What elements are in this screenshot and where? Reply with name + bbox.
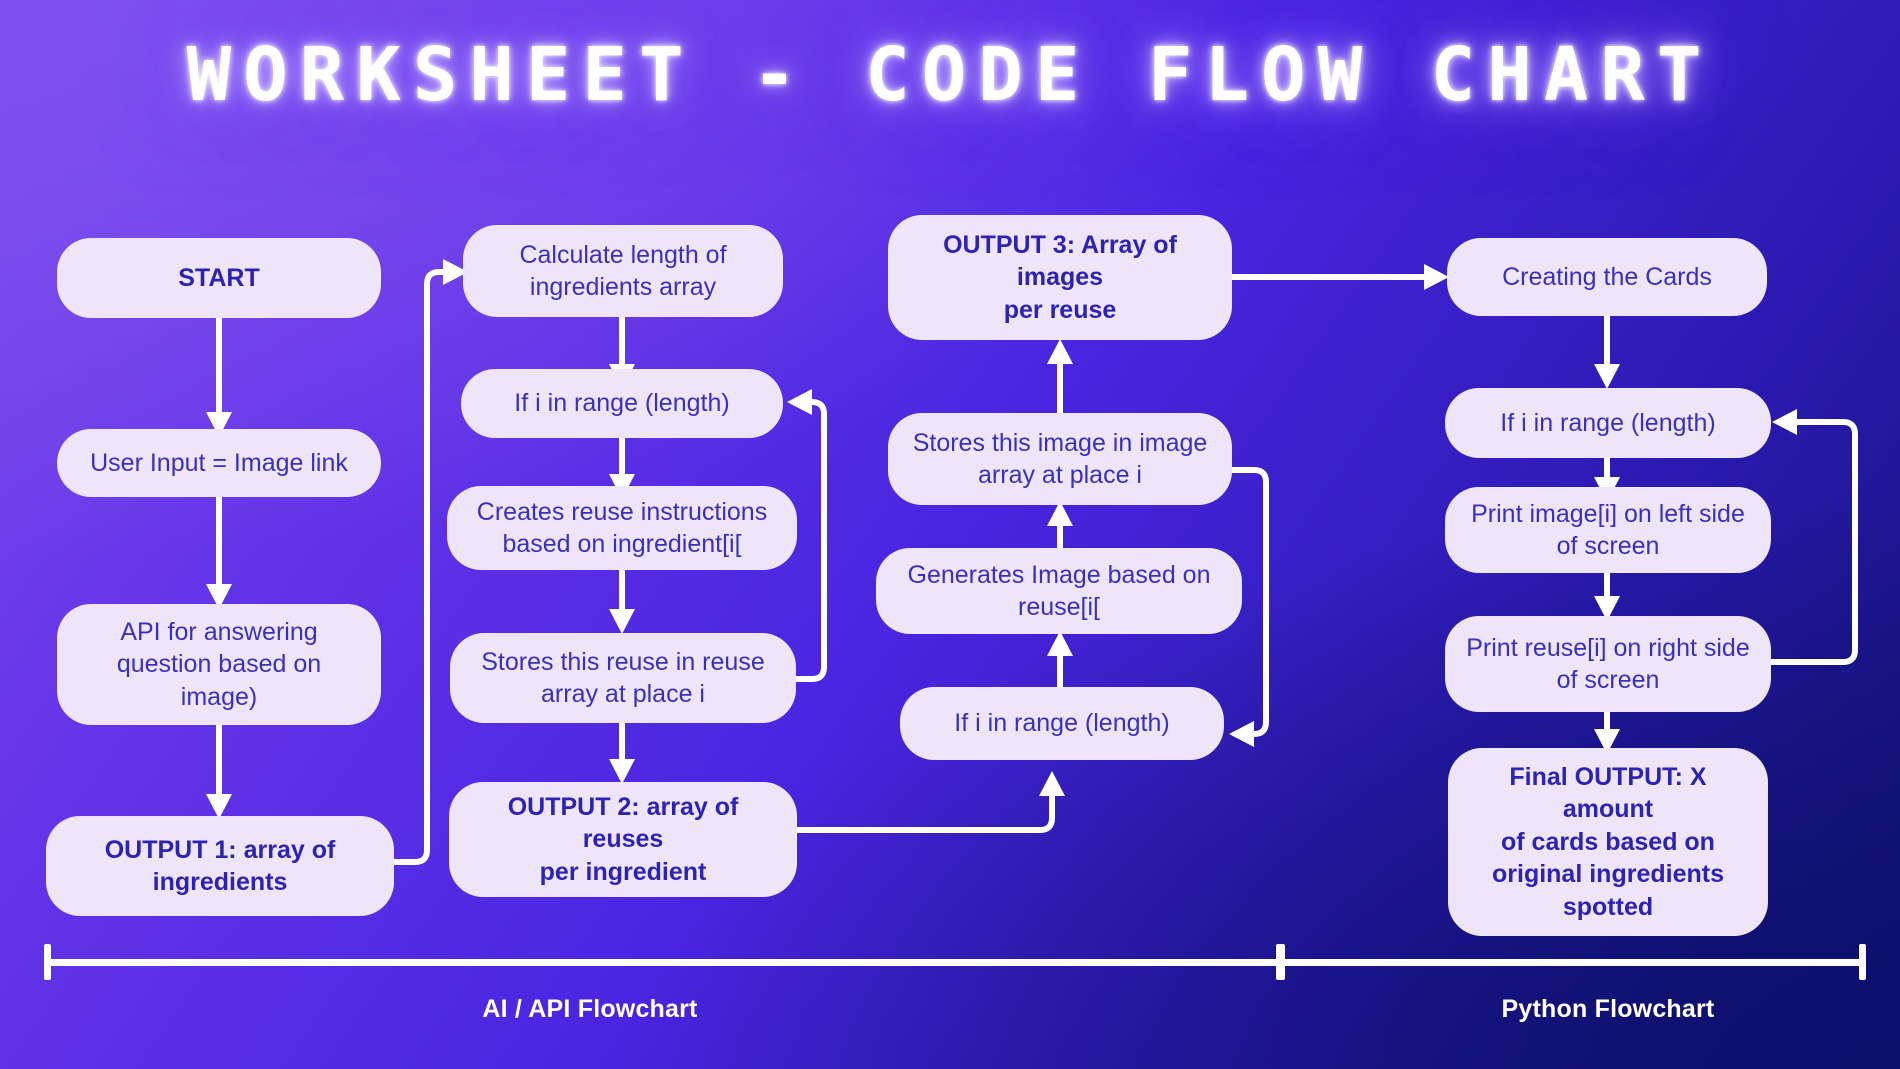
node-if-range-python[interactable]: If i in range (length) [1445, 388, 1771, 458]
bracket-tick-right [1859, 944, 1866, 980]
arrowhead-output3 [1047, 339, 1073, 364]
node-output-1-label: OUTPUT 1: array of ingredients [104, 835, 336, 897]
arrowhead-storesreuse [609, 609, 635, 634]
node-if-range-image[interactable]: If i in range (length) [900, 687, 1224, 760]
node-print-reuse-label: Print reuse[i] on right side of screen [1466, 633, 1750, 695]
node-generates-image[interactable]: Generates Image based on reuse[i[ [876, 548, 1242, 634]
node-print-image[interactable]: Print image[i] on left side of screen [1445, 487, 1771, 573]
node-creating-cards-label: Creating the Cards [1502, 262, 1712, 291]
arrowhead-creatingcards [1424, 264, 1449, 290]
node-stores-reuse[interactable]: Stores this reuse in reuse array at plac… [450, 633, 796, 723]
section-label-python: Python Flowchart [1448, 995, 1768, 1024]
section-label-ai-api-text: AI / API Flowchart [482, 995, 698, 1023]
bracket-tick-middle [1276, 944, 1285, 980]
node-print-reuse[interactable]: Print reuse[i] on right side of screen [1445, 616, 1771, 712]
node-creates-reuse[interactable]: Creates reuse instructions based on ingr… [447, 486, 797, 570]
bracket-axis [44, 959, 1866, 966]
node-print-image-label: Print image[i] on left side of screen [1471, 499, 1745, 561]
section-label-ai-api: AI / API Flowchart [430, 995, 750, 1024]
wire-loop-col4 [1769, 419, 1858, 665]
arrowhead-ifrange3-from-output2 [1039, 771, 1065, 796]
node-final-output-label: Final OUTPUT: X amount of cards based on… [1492, 762, 1724, 921]
node-generates-image-label: Generates Image based on reuse[i[ [907, 560, 1211, 622]
node-output-1[interactable]: OUTPUT 1: array of ingredients [46, 816, 394, 916]
node-stores-reuse-label: Stores this reuse in reuse array at plac… [481, 647, 765, 709]
node-creating-cards[interactable]: Creating the Cards [1447, 238, 1767, 316]
page-title: WORKSHEET - CODE FLOW CHART [186, 32, 1714, 118]
node-user-input-label: User Input = Image link [90, 448, 348, 477]
node-start[interactable]: START [57, 238, 381, 318]
arrowhead-ifrange4 [1594, 364, 1620, 389]
node-creates-reuse-label: Creates reuse instructions based on ingr… [476, 497, 768, 559]
flowchart-canvas: WORKSHEET - CODE FLOW CHART START User I… [0, 0, 1900, 1069]
node-if-range-image-label: If i in range (length) [954, 709, 1170, 738]
node-stores-image-label: Stores this image in image array at plac… [912, 428, 1208, 490]
arrowhead-loop-col2 [787, 389, 812, 415]
node-calculate-length-label: Calculate length of ingredients array [519, 240, 727, 302]
section-label-python-text: Python Flowchart [1501, 995, 1715, 1023]
node-api[interactable]: API for answering question based on imag… [57, 604, 381, 725]
node-api-label: API for answering question based on imag… [116, 617, 322, 711]
node-output-3-label: OUTPUT 3: Array of images per reuse [943, 230, 1177, 324]
node-final-output[interactable]: Final OUTPUT: X amount of cards based on… [1448, 748, 1768, 936]
node-output-3[interactable]: OUTPUT 3: Array of images per reuse [888, 215, 1232, 340]
wire-loop-col2 [796, 399, 827, 682]
node-output-2-label: OUTPUT 2: array of reuses per ingredient [507, 792, 739, 886]
node-if-range-reuse[interactable]: If i in range (length) [461, 369, 783, 438]
node-stores-image[interactable]: Stores this image in image array at plac… [888, 413, 1232, 505]
wire-output1-to-calclength [394, 269, 449, 865]
node-output-2[interactable]: OUTPUT 2: array of reuses per ingredient [449, 782, 797, 897]
node-calculate-length[interactable]: Calculate length of ingredients array [463, 225, 783, 317]
node-if-range-reuse-label: If i in range (length) [514, 389, 730, 418]
arrowhead-loop-col4 [1772, 409, 1797, 435]
bracket-tick-left [44, 944, 51, 980]
arrowhead-loop-col3 [1229, 721, 1254, 747]
node-if-range-python-label: If i in range (length) [1500, 408, 1716, 437]
arrowhead-generates [1047, 631, 1073, 656]
node-user-input[interactable]: User Input = Image link [57, 429, 381, 497]
wire-output2-to-ifrange3 [796, 790, 1055, 833]
arrowhead-output2 [609, 759, 635, 784]
node-start-label: START [178, 263, 260, 292]
